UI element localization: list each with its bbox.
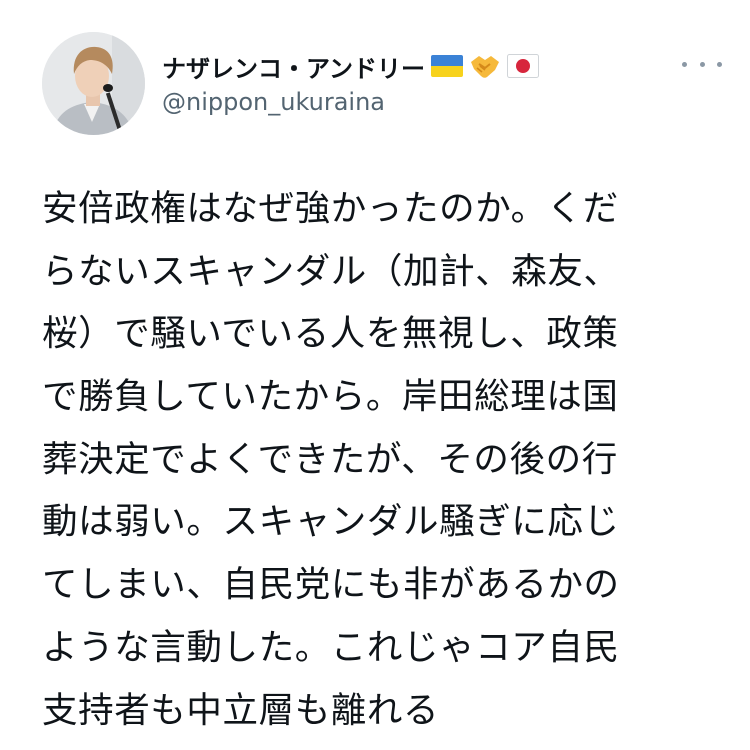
author-handle[interactable]: @nippon_ukuraina [162, 88, 682, 116]
more-options-button[interactable] [682, 54, 722, 74]
avatar[interactable] [42, 32, 145, 135]
avatar-photo-icon [42, 32, 145, 135]
tweet-text-line: 桜）で騒いでいる人を無視し、政策 [42, 313, 619, 355]
tweet-header: ナザレンコ・アンドリー @nippon_ukuraina [42, 32, 722, 136]
author-name-row: ナザレンコ・アンドリー [162, 46, 682, 86]
author-info: ナザレンコ・アンドリー @nippon_ukuraina [162, 46, 682, 116]
tweet-text-line: てしまい、自民党にも非があるかの [42, 564, 620, 606]
tweet-text-line: ような言動した。これじゃコア自民 [42, 626, 620, 668]
tweet-text-line: 安倍政権はなぜ強かったのか。くだ [42, 188, 619, 229]
flag-ukraine-icon [431, 55, 464, 77]
tweet-text-line: らないスキャンダル（加計、森友、 [42, 250, 620, 292]
tweet-card: ナザレンコ・アンドリー @nippon_ukuraina 安倍政権はなぜ強かった… [0, 0, 750, 750]
more-dot-icon [717, 61, 722, 67]
more-dot-icon [682, 61, 687, 67]
tweet-text-line: 支持者も中立層も離れる [42, 689, 440, 731]
tweet-text-line: 動は弱い。スキャンダル騒ぎに応じ [42, 501, 620, 543]
handshake-icon [469, 52, 501, 80]
flag-japan-icon [507, 54, 540, 78]
more-dot-icon [699, 61, 705, 67]
tweet-text-line: 葬決定でよくできたが、その後の行 [42, 438, 618, 480]
tweet-text-line: で勝負していたから。岸田総理は国 [42, 376, 619, 418]
tweet-text: 安倍政権はなぜ強かったのか。くだ らないスキャンダル（加計、森友、 桜）で騒いで… [42, 178, 714, 742]
author-display-name[interactable]: ナザレンコ・アンドリー [162, 49, 425, 84]
